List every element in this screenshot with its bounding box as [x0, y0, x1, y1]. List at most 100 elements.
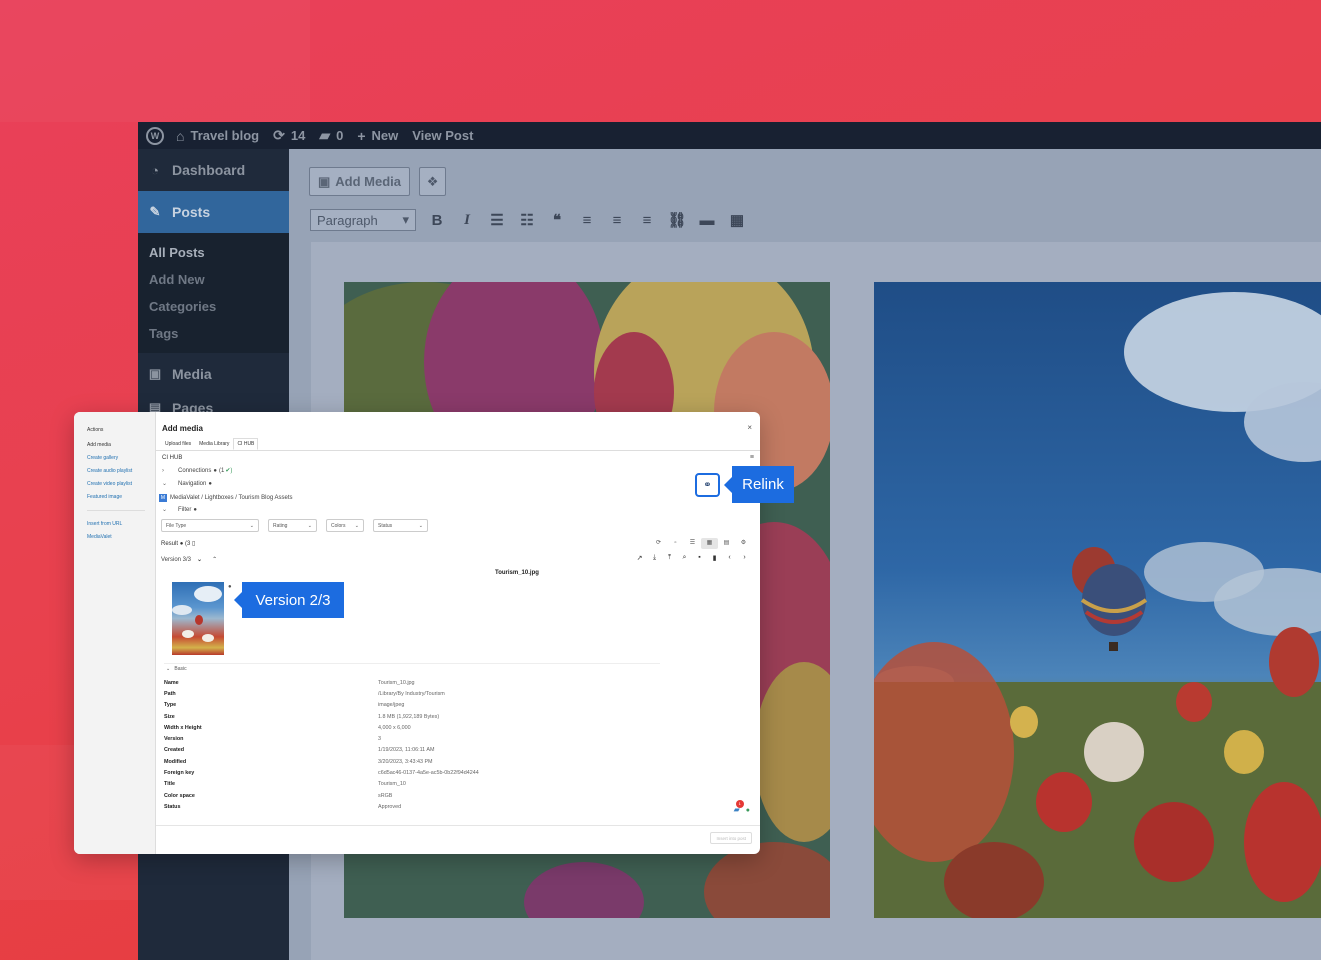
site-name-link[interactable]: ⌂ Travel blog: [176, 128, 259, 144]
action-create-gallery[interactable]: Create gallery: [87, 455, 155, 461]
version-callout: Version 2/3: [234, 582, 344, 618]
chevron-down-icon: ⌄: [166, 666, 171, 672]
filter-colors[interactable]: Colors ⌄: [326, 519, 364, 532]
filter-status[interactable]: Status ⌄: [373, 519, 428, 532]
open-external-icon[interactable]: ↗: [632, 554, 647, 562]
refresh-icon: ⟳: [273, 127, 285, 143]
menu-icon[interactable]: ≡: [750, 454, 754, 461]
comments-link[interactable]: ▰ 0: [319, 127, 343, 144]
submenu-all-posts[interactable]: All Posts: [138, 239, 289, 266]
admin-bar: W ⌂ Travel blog ⟳ 14 ▰ 0 + New View Post: [138, 122, 1321, 149]
filter-row[interactable]: ⌄ Filter ●: [162, 506, 197, 514]
format-select[interactable]: Paragraph ▾: [310, 209, 416, 231]
download-icon[interactable]: ⤓: [647, 554, 662, 562]
info-icon[interactable]: ●: [228, 584, 232, 590]
property-key: Version: [164, 736, 184, 743]
refresh-icon[interactable]: ⟳: [650, 538, 667, 549]
properties-table: Name Tourism_10.jpg Path/Library/By Indust…: [164, 677, 744, 813]
add-media-button[interactable]: ▣ Add Media: [309, 167, 411, 196]
action-featured-image[interactable]: Featured image: [87, 494, 155, 500]
file-title: Tourism_10.jpg: [495, 570, 539, 576]
close-icon[interactable]: ×: [747, 423, 752, 432]
bullet-list-icon[interactable]: ☰: [482, 211, 512, 229]
read-more-icon[interactable]: ▬: [692, 212, 722, 229]
action-mediavalet[interactable]: MediaValet: [87, 534, 155, 540]
numbered-list-icon[interactable]: ☷: [512, 211, 542, 229]
trash-icon[interactable]: ▮: [707, 554, 722, 562]
insert-into-post-button[interactable]: Insert into post: [710, 832, 752, 844]
action-create-audio-playlist[interactable]: Create audio playlist: [87, 468, 155, 474]
action-create-video-playlist[interactable]: Create video playlist: [87, 481, 155, 487]
grid-small-icon[interactable]: ▫: [667, 538, 684, 549]
property-value: Tourism_10: [378, 781, 406, 788]
grid-icon[interactable]: ▦: [701, 538, 718, 549]
basic-section-header[interactable]: ⌄ Basic: [166, 666, 187, 672]
plus-icon: +: [357, 127, 366, 144]
user-icon[interactable]: ●: [746, 807, 750, 814]
property-row: Foreign key c6d5ac46-0137-4a5e-ac5b-0b22f…: [164, 767, 744, 778]
info-icon: ●: [193, 506, 197, 513]
tab-upload-files[interactable]: Upload files: [161, 438, 195, 450]
align-right-icon[interactable]: ≡: [632, 212, 662, 229]
property-key: Modified: [164, 758, 187, 765]
chevron-right-icon: ›: [162, 467, 164, 474]
align-center-icon[interactable]: ≡: [602, 212, 632, 229]
property-row: Version 3: [164, 733, 744, 744]
italic-icon[interactable]: I: [452, 212, 482, 229]
info-icon: ●: [179, 541, 184, 547]
section-divider: [164, 663, 660, 664]
submenu-categories[interactable]: Categories: [138, 293, 289, 320]
upload-icon[interactable]: ⤒: [662, 554, 677, 562]
gear-icon[interactable]: ⚙: [735, 538, 752, 549]
submenu-tags[interactable]: Tags: [138, 320, 289, 347]
action-add-media[interactable]: Add media: [87, 442, 155, 448]
sidebar-item-media[interactable]: ▣ Media: [138, 353, 289, 395]
property-value: 4,000 x 6,000: [378, 724, 411, 731]
chevron-up-icon[interactable]: ⌃: [212, 556, 217, 563]
filter-file-type[interactable]: File Type ⌄: [161, 519, 259, 532]
list-icon[interactable]: ☰: [684, 538, 701, 549]
link-icon[interactable]: ⛓: [662, 211, 692, 229]
breadcrumb: M MediaValet / Lightboxes / Tourism Blog…: [159, 494, 293, 502]
chevron-down-icon: ⌄: [162, 481, 168, 487]
media-icon: ▣: [148, 366, 162, 381]
modal-tabs: Upload files Media Library CI HUB: [161, 438, 259, 450]
ci-hub-button[interactable]: ❖: [419, 167, 447, 196]
sidebar-item-dashboard[interactable]: ◔ Dashboard: [138, 149, 289, 191]
property-row: Color space sRGB: [164, 790, 744, 801]
new-content-link[interactable]: + New: [357, 128, 398, 144]
chevron-left-icon[interactable]: ‹: [722, 554, 737, 562]
view-post-link[interactable]: View Post: [412, 128, 473, 143]
align-left-icon[interactable]: ≡: [572, 212, 602, 229]
navigation-row[interactable]: ⌄ Navigation ●: [162, 480, 212, 488]
tab-ci-hub[interactable]: CI HUB: [233, 438, 259, 450]
wordpress-logo-icon[interactable]: W: [146, 126, 164, 145]
blockquote-icon[interactable]: ❝: [542, 211, 572, 229]
toolbar-toggle-icon[interactable]: ▦: [722, 211, 752, 229]
notification-icon[interactable]: ▰ 1: [734, 800, 744, 814]
connections-row[interactable]: › Connections ● (1 ✔): [162, 467, 232, 475]
chevron-down-icon: ⌄: [418, 522, 423, 529]
chevron-right-icon[interactable]: ›: [737, 554, 752, 562]
sidebar-item-posts[interactable]: ✎ Posts: [138, 191, 297, 233]
updates-link[interactable]: ⟳ 14: [273, 127, 305, 144]
ci-hub-label: CI HUB: [162, 455, 183, 461]
chevron-down-icon[interactable]: ⌄: [197, 556, 202, 563]
document-icon: ▯: [192, 541, 196, 547]
version-row: Version 3/3 ⌄ ⌃: [161, 556, 218, 564]
bold-icon[interactable]: B: [422, 212, 452, 229]
tab-media-library[interactable]: Media Library: [195, 438, 233, 450]
property-row: Path/Library/By Industry/Tourism: [164, 688, 744, 699]
submenu-add-new[interactable]: Add New: [138, 266, 289, 293]
filter-rating[interactable]: Rating ⌄: [268, 519, 317, 532]
details-icon[interactable]: ▤: [718, 538, 735, 549]
action-insert-from-url[interactable]: Insert from URL: [87, 521, 155, 527]
lock-icon[interactable]: ▪: [692, 554, 707, 562]
file-action-icons: ↗ ⤓ ⤒ ⌕ ▪ ▮ ‹ ›: [632, 554, 752, 562]
property-key: Title: [164, 781, 175, 788]
modal-actions-sidebar: Actions Add media Create gallery Create …: [74, 412, 156, 854]
relink-button[interactable]: ⚭: [695, 473, 720, 497]
property-row: Width x Height 4,000 x 6,000: [164, 722, 744, 733]
file-thumbnail[interactable]: [172, 582, 224, 655]
zoom-icon[interactable]: ⌕: [677, 554, 692, 562]
